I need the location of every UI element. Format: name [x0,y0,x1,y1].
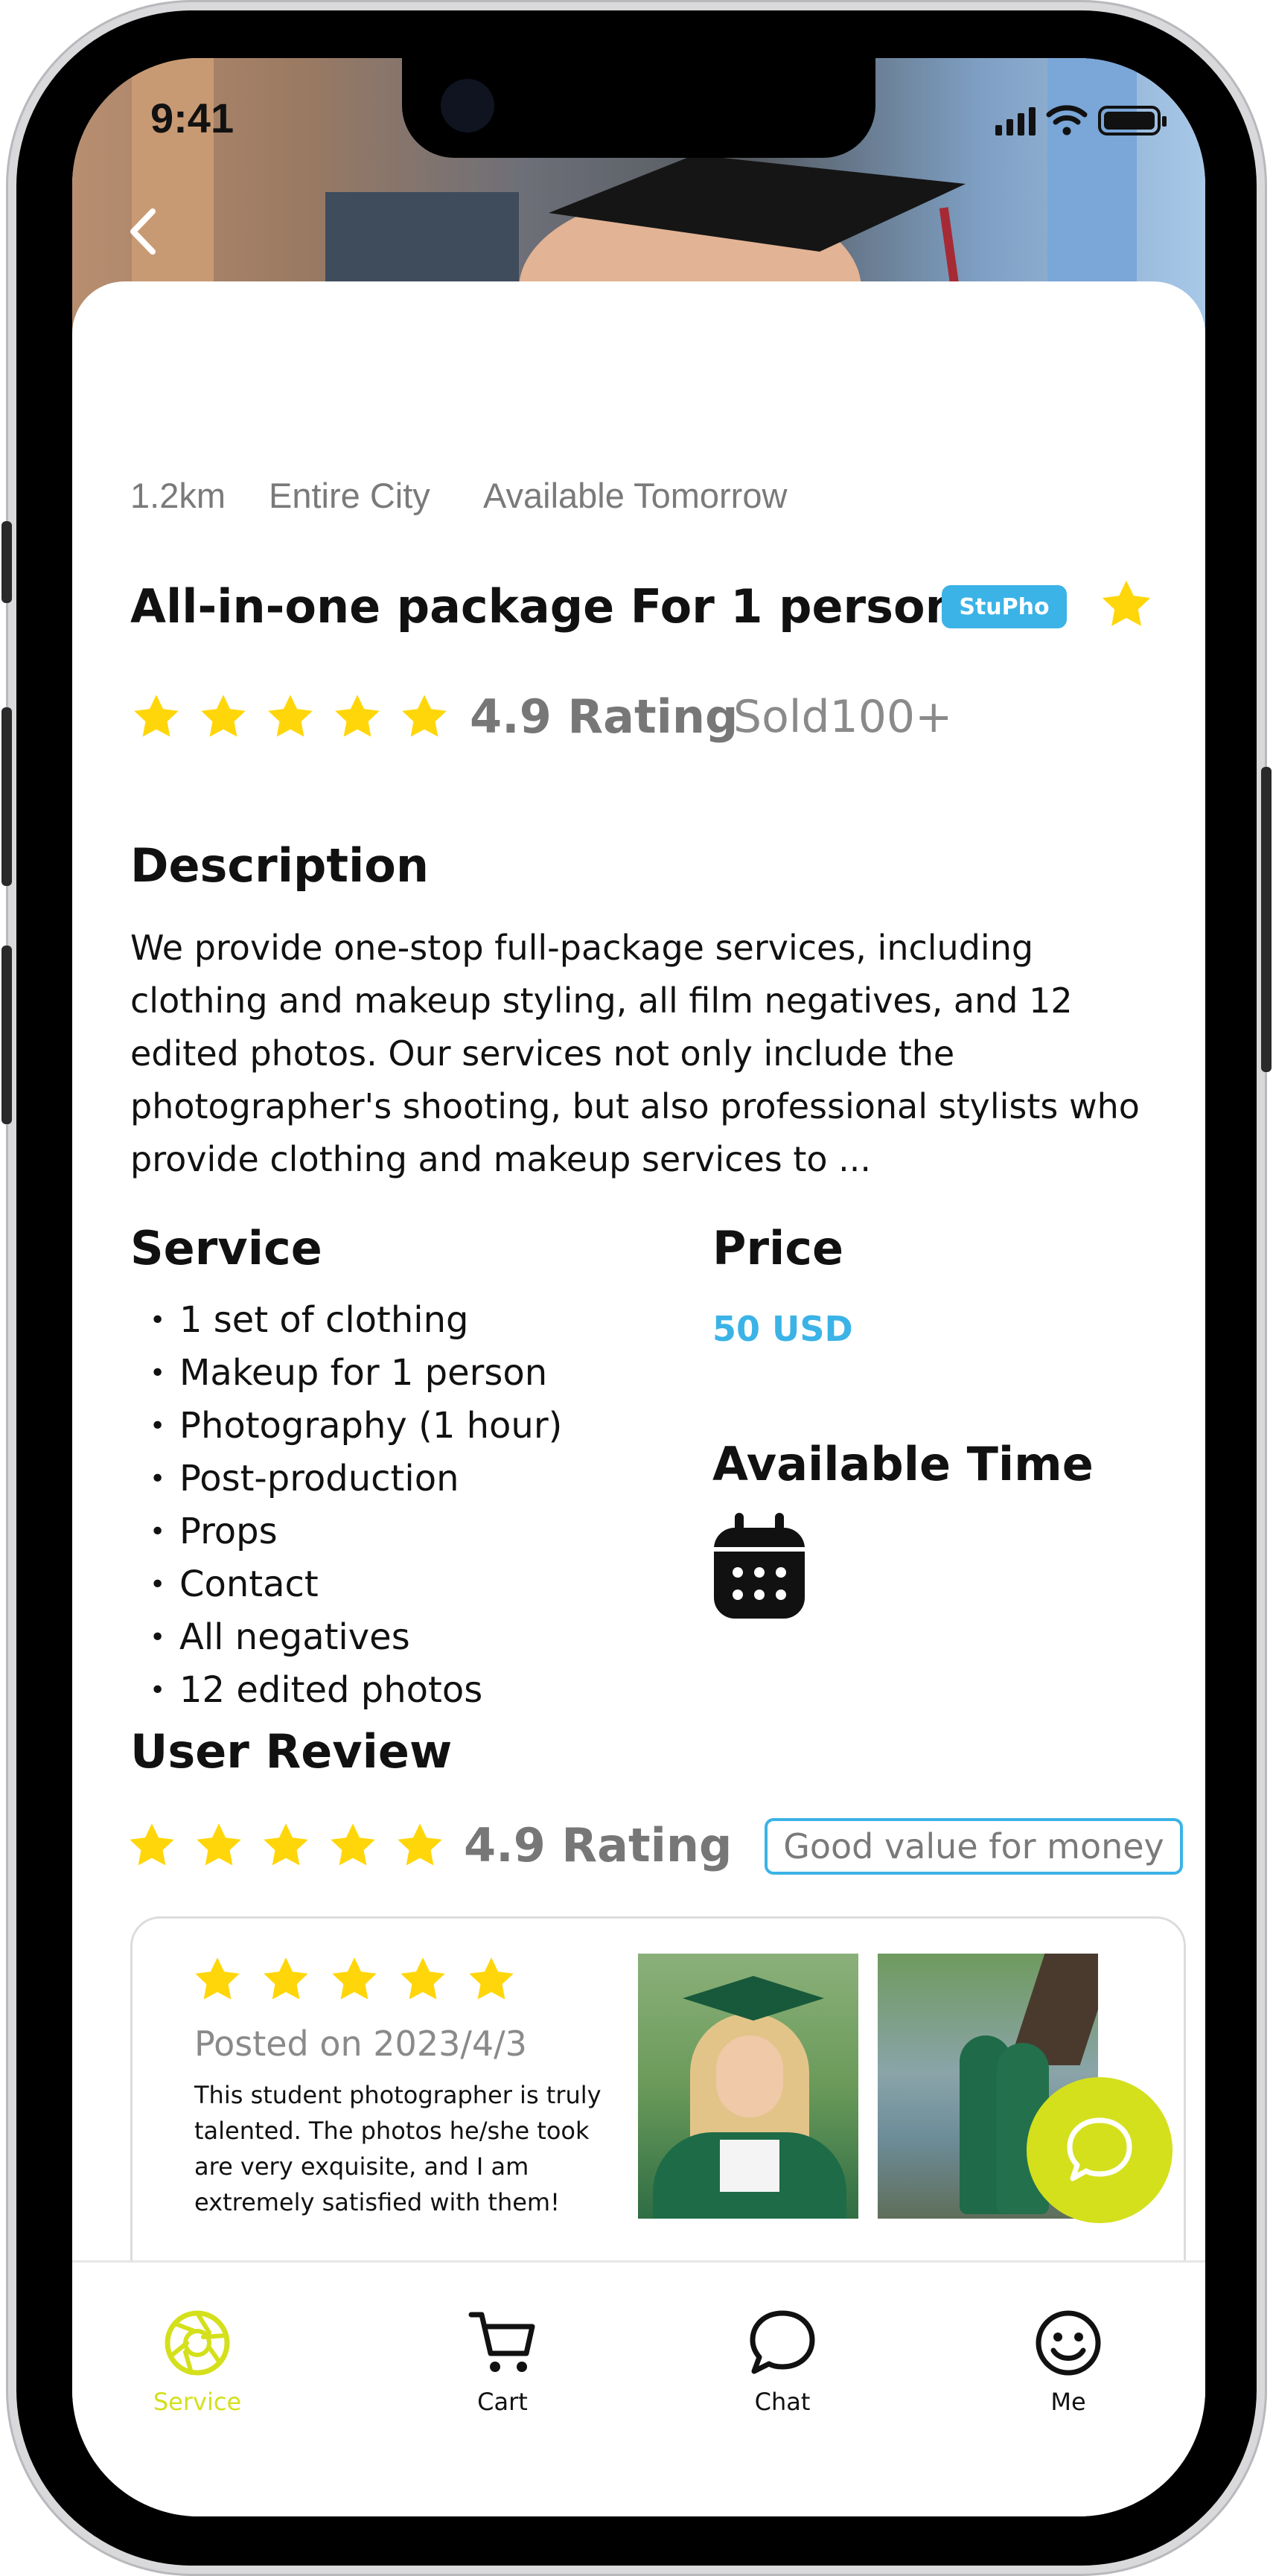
chat-bubble-icon [1067,2117,1132,2181]
star-icon [397,1954,449,2006]
star-icon [328,1954,380,2006]
service-item: 12 edited photos [150,1664,562,1717]
chat-fab-button[interactable] [1027,2077,1172,2223]
star-icon [126,1820,178,1872]
cart-icon [468,2312,535,2372]
service-item: Contact [150,1558,562,1611]
chevron-left-icon[interactable] [121,205,166,258]
cellular-signal-icon [995,107,1036,136]
favorite-star-icon[interactable] [1098,576,1155,633]
rating-stars [130,691,450,743]
review-posted-date: Posted on 2023/4/3 [194,2024,527,2064]
service-item: All negatives [150,1611,562,1664]
star-icon [398,691,450,743]
review-photo[interactable] [638,1954,858,2219]
rating-text: 4.9 Rating [470,689,738,744]
volume-down-button [1,946,12,1124]
nav-label-service: Service [153,2388,242,2416]
service-item: Makeup for 1 person [150,1347,562,1400]
app-screen: 9:41 1.2km Entire City Available Tomorro… [72,58,1205,2516]
nav-label-chat: Chat [754,2388,811,2416]
nav-label-me: Me [1050,2388,1086,2416]
star-icon [327,1820,379,1872]
price-value: 50 USD [712,1309,853,1349]
star-icon [465,1954,517,2006]
review-overall-stars [126,1820,446,1872]
battery-icon [1098,106,1167,136]
review-overall-rating: 4.9 Rating [464,1818,733,1872]
star-icon [331,691,383,743]
nav-label-cart: Cart [477,2388,528,2416]
chat-icon [750,2310,815,2374]
nav-item-cart[interactable]: Cart [421,2307,584,2416]
front-camera [441,79,494,133]
wifi-icon [1046,105,1088,136]
bottom-navigation: Service Cart Chat Me [72,2260,1205,2516]
notch [402,58,875,158]
review-stars [191,1954,517,2006]
description-text: We provide one-stop full-package service… [130,928,1140,1179]
star-icon [191,1954,243,2006]
service-item: Props [150,1505,562,1558]
service-list: 1 set of clothing Makeup for 1 person Ph… [150,1294,562,1717]
service-item: Post-production [150,1453,562,1505]
service-item: Photography (1 hour) [150,1400,562,1453]
power-button [1261,767,1272,1072]
service-title: All-in-one package For 1 person [130,579,958,634]
area-label: Entire City [269,476,430,515]
status-time: 9:41 [150,95,234,141]
status-icons [995,103,1167,136]
user-review-heading: User Review [130,1724,453,1779]
star-icon [264,691,316,743]
nav-item-chat[interactable]: Chat [701,2307,864,2416]
review-tag[interactable]: Good value for money [765,1818,1183,1875]
camera-aperture-icon [165,2310,230,2376]
volume-up-button [1,707,12,886]
star-icon [197,691,249,743]
service-heading: Service [130,1221,322,1275]
star-icon [193,1820,245,1872]
service-item: 1 set of clothing [150,1294,562,1347]
review-text: This student photographer is truly talen… [194,2081,602,2216]
calendar-icon[interactable] [711,1510,808,1622]
silent-switch [1,521,12,603]
sold-count: Sold100+ [733,691,953,743]
nav-item-service[interactable]: Service [115,2307,279,2416]
star-icon [130,691,182,743]
detail-sheet: 1.2km Entire City Available Tomorrow All… [72,281,1205,2336]
availability-label: Available Tomorrow [483,476,788,515]
distance-label: 1.2km [130,476,226,515]
description-heading: Description [130,838,430,893]
price-heading: Price [712,1221,844,1275]
available-time-heading: Available Time [712,1437,1094,1491]
nav-item-me[interactable]: Me [986,2307,1150,2416]
star-icon [394,1820,446,1872]
provider-badge[interactable]: StuPho [942,585,1067,628]
smiley-icon [1036,2310,1101,2376]
star-icon [260,1954,312,2006]
star-icon [260,1820,312,1872]
